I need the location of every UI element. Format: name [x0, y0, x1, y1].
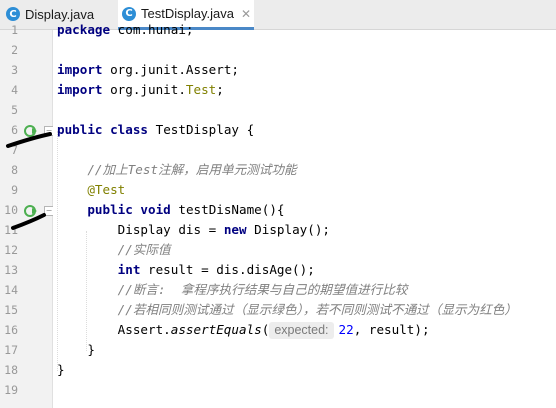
code-token: result = dis.disAge(); [148, 262, 315, 277]
code-line: @Test [57, 180, 125, 200]
line-number: 16 [4, 323, 18, 337]
java-class-icon: C [122, 6, 136, 21]
line-number: 1 [11, 23, 18, 37]
code-line: //若相同则测试通过（显示绿色），若不同则测试不通过（显示为红色） [57, 300, 517, 320]
code-token: , result); [353, 322, 430, 337]
line-number: 3 [11, 63, 18, 77]
code-token: 22 [338, 322, 354, 337]
code-token: org.junit.Assert; [110, 62, 239, 77]
code-line: import org.junit.Assert; [57, 60, 239, 80]
line-number: 12 [4, 243, 18, 257]
line-number: 5 [11, 103, 18, 117]
code-token: } [57, 342, 95, 357]
code-line: //断言: 拿程序执行结果与自己的期望值进行比较 [57, 280, 408, 300]
code-line: } [57, 360, 65, 380]
line-number: 11 [4, 223, 18, 237]
code-token: //加上Test注解，启用单元测试功能 [57, 162, 297, 177]
code-token: org.junit. [110, 82, 186, 97]
line-number: 14 [4, 283, 18, 297]
line-number: 19 [4, 383, 18, 397]
tab-label: TestDisplay.java [141, 6, 234, 21]
code-line: import org.junit.Test; [57, 80, 224, 100]
line-number: 2 [11, 43, 18, 57]
code-token: Test [185, 82, 217, 97]
run-test-class-icon[interactable] [24, 124, 38, 138]
line-number: 7 [11, 143, 18, 157]
code-token: Assert. [57, 322, 171, 337]
java-class-icon: C [6, 7, 20, 21]
run-test-method-icon[interactable] [24, 204, 38, 218]
code-line: //实际值 [57, 240, 171, 260]
code-token: Display(); [254, 222, 330, 237]
code-line: public class TestDisplay { [57, 120, 254, 140]
code-token: com.hunai; [117, 22, 194, 37]
line-number: 6 [11, 123, 18, 137]
code-token: import [57, 82, 103, 97]
code-token: TestDisplay { [155, 122, 255, 137]
code-token: ; [216, 82, 224, 97]
code-token: import [57, 62, 103, 77]
code-token: //断言: 拿程序执行结果与自己的期望值进行比较 [57, 282, 408, 297]
code-token: int [57, 262, 141, 277]
line-number: 4 [11, 83, 18, 97]
line-number: 9 [11, 183, 18, 197]
code-line: } [57, 340, 95, 360]
code-token: } [57, 362, 65, 377]
code-token: //若相同则测试通过（显示绿色），若不同则测试不通过（显示为红色） [57, 302, 517, 317]
code-token: class [110, 122, 149, 137]
code-token: testDisName(){ [178, 202, 285, 217]
code-token: ( [261, 322, 270, 337]
code-token: void [140, 202, 171, 217]
code-token: new [223, 222, 247, 237]
line-number: 10 [4, 203, 18, 217]
line-number-gutter: 1 2 3 4 5 6 7 8 9 10 11 12 13 14 15 16 17 18 19 − − [0, 23, 54, 408]
line-number: 15 [4, 303, 18, 317]
code-token: Display dis = [57, 222, 224, 237]
code-token: package [57, 22, 111, 37]
code-token: public [57, 122, 103, 137]
code-token: //实际值 [57, 242, 171, 257]
line-number: 17 [4, 343, 18, 357]
code-line: public void testDisName(){ [57, 200, 285, 220]
line-number: 18 [4, 363, 18, 377]
code-line: Assert.assertEquals(expected: 22, result)… [57, 320, 430, 340]
code-token: public [57, 202, 133, 217]
code-line: Display dis = new Display(); [57, 220, 330, 240]
code-editor[interactable]: package com.hunai; import org.junit.Asser… [53, 22, 556, 408]
close-tab-icon[interactable]: ✕ [241, 7, 251, 21]
code-line: package com.hunai; [57, 20, 194, 40]
parameter-hint: expected: [269, 322, 334, 339]
line-number: 13 [4, 263, 18, 277]
code-token: assertEquals [170, 322, 262, 337]
code-line: //加上Test注解，启用单元测试功能 [57, 160, 297, 180]
code-line: int result = dis.disAge(); [57, 260, 315, 280]
line-number: 8 [11, 163, 18, 177]
code-token: @Test [57, 182, 126, 197]
